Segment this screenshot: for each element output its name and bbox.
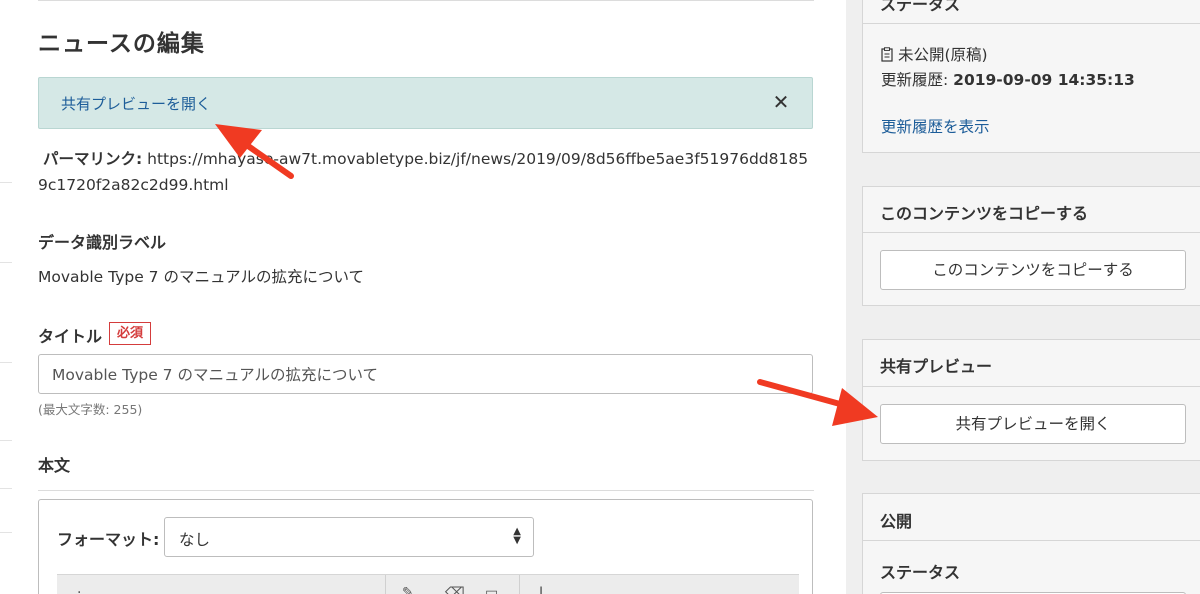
annotation-arrow xyxy=(757,379,878,426)
annotation-arrows xyxy=(215,124,878,426)
screen: ニュースの編集 共有プレビューを開く ✕ パーマリンク: https://mha… xyxy=(0,0,1200,594)
annotation-arrow xyxy=(215,124,294,179)
